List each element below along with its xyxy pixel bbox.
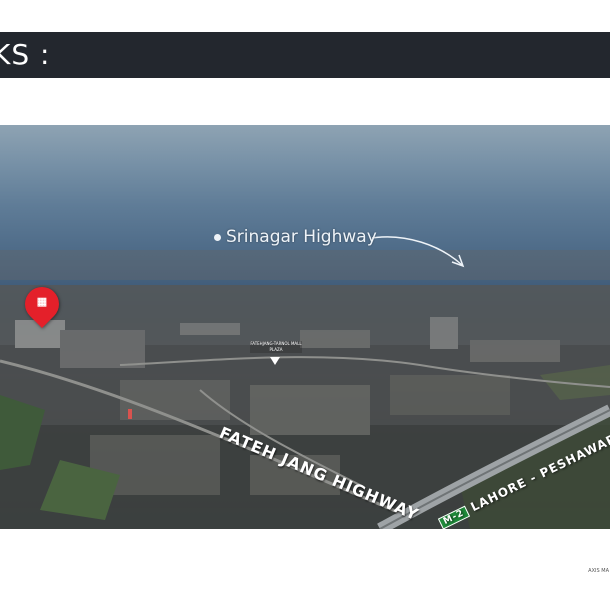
srinagar-highway-label: Srinagar Highway — [226, 227, 377, 247]
aerial-photo: Srinagar Highway FATEH JANG HIGHWAY M-2L… — [0, 125, 610, 529]
plaza-label: FATEHJANG-TARNOL MALL PLAZA — [250, 341, 302, 353]
section-title: KS : — [0, 38, 51, 71]
section-title-bar: KS : — [0, 32, 610, 78]
horizon-haze — [0, 250, 610, 280]
map-marker-icon — [270, 357, 280, 365]
srinagar-marker-dot — [214, 234, 221, 241]
water-tower — [128, 409, 132, 419]
footer-note: AXIS MA — [588, 568, 609, 574]
building-icon: ▦ — [36, 296, 48, 308]
